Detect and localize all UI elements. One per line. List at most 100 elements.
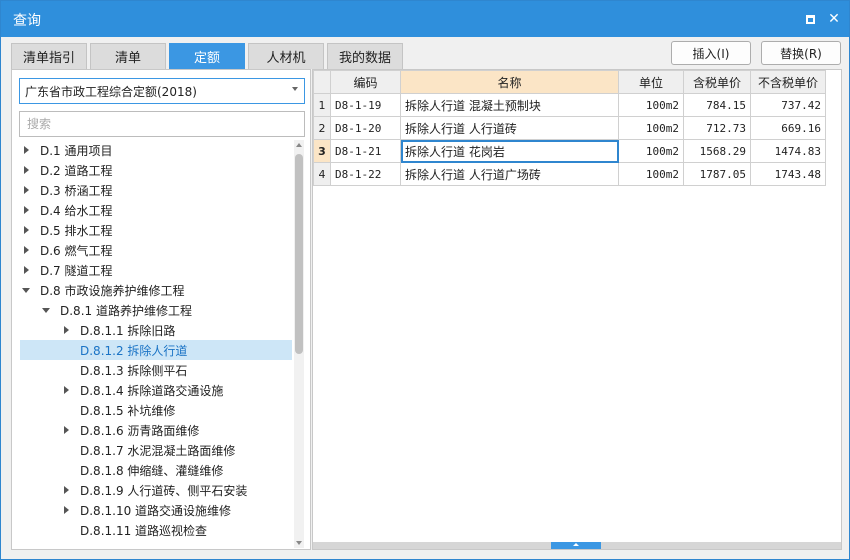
column-header-price-notax[interactable]: 不含税单价 [750, 70, 826, 94]
collapse-arrow-icon[interactable] [40, 304, 52, 316]
tree-item[interactable]: D.8.1.4 拆除道路交通设施 [20, 380, 292, 400]
cell-name[interactable]: 拆除人行道 人行道广场砖 [400, 162, 619, 186]
expand-arrow-icon[interactable] [60, 324, 72, 336]
row-number: 1 [313, 93, 331, 117]
column-header-code[interactable]: 编码 [330, 70, 401, 94]
tree-item[interactable]: D.7 隧道工程 [20, 260, 292, 280]
cell-price-tax[interactable]: 784.15 [683, 93, 751, 117]
cell-unit[interactable]: 100m2 [618, 162, 684, 186]
expand-arrow-icon[interactable] [20, 144, 32, 156]
cell-price-notax[interactable]: 737.42 [750, 93, 826, 117]
table-row[interactable]: 1 D8-1-19 拆除人行道 混凝土预制块 100m2 784.15 737.… [313, 93, 826, 117]
cell-price-tax[interactable]: 1568.29 [683, 139, 751, 163]
library-select[interactable]: 广东省市政工程综合定额(2018) [19, 78, 305, 104]
tab-materials[interactable]: 人材机 [248, 43, 324, 69]
row-number-header [313, 70, 331, 94]
table-row-active[interactable]: 3 D8-1-21 拆除人行道 花岗岩 100m2 1568.29 1474.8… [313, 139, 826, 163]
tree-item[interactable]: D.8.1.6 沥青路面维修 [20, 420, 292, 440]
scroll-up-icon[interactable] [296, 143, 302, 147]
tree-item[interactable]: D.3 桥涵工程 [20, 180, 292, 200]
tree-item-label: D.4 给水工程 [40, 203, 113, 218]
tree-item-label: D.8.1.10 道路交通设施维修 [80, 503, 232, 518]
results-table: 编码 名称 单位 含税单价 不含税单价 1 D8-1-19 拆除人行道 混凝土预… [313, 70, 826, 186]
cell-code[interactable]: D8-1-21 [330, 139, 401, 163]
search-box[interactable] [19, 111, 305, 137]
tree-item[interactable]: D.8.1.1 拆除旧路 [20, 320, 292, 340]
tab-bar: 清单指引 清单 定额 人材机 我的数据 [11, 43, 406, 69]
expand-arrow-icon[interactable] [60, 484, 72, 496]
tab-list[interactable]: 清单 [90, 43, 166, 69]
tree-item-label: D.8.1.9 人行道砖、侧平石安装 [80, 483, 248, 498]
tree-item[interactable]: D.8.1.9 人行道砖、侧平石安装 [20, 480, 292, 500]
column-header-unit[interactable]: 单位 [618, 70, 684, 94]
tab-my-data[interactable]: 我的数据 [327, 43, 403, 69]
cell-price-tax[interactable]: 712.73 [683, 116, 751, 140]
tree-item-label: D.8 市政设施养护维修工程 [40, 283, 185, 298]
tree-item-label: D.8.1.4 拆除道路交通设施 [80, 383, 224, 398]
table-row[interactable]: 2 D8-1-20 拆除人行道 人行道砖 100m2 712.73 669.16 [313, 116, 826, 140]
tree-item-label: D.3 桥涵工程 [40, 183, 113, 198]
tree-item[interactable]: D.8.1.7 水泥混凝土路面维修 [20, 440, 292, 460]
close-button[interactable]: ✕ [825, 10, 843, 28]
collapse-arrow-icon[interactable] [20, 284, 32, 296]
cell-unit[interactable]: 100m2 [618, 139, 684, 163]
row-number: 3 [313, 139, 331, 163]
tree-scrollbar[interactable] [294, 140, 304, 548]
maximize-button[interactable] [801, 10, 819, 28]
tree-item[interactable]: D.1 通用项目 [20, 140, 292, 160]
tree-item[interactable]: D.5 排水工程 [20, 220, 292, 240]
tree-item[interactable]: D.8 市政设施养护维修工程 [20, 280, 292, 300]
tree-item[interactable]: D.8.1 道路养护维修工程 [20, 300, 292, 320]
cell-name[interactable]: 拆除人行道 人行道砖 [400, 116, 619, 140]
cell-price-notax[interactable]: 1474.83 [750, 139, 826, 163]
expand-arrow-icon[interactable] [20, 264, 32, 276]
tree-item[interactable]: D.8.1.10 道路交通设施维修 [20, 500, 292, 520]
tree-item[interactable]: D.8.1.8 伸缩缝、灌缝维修 [20, 460, 292, 480]
cell-price-tax[interactable]: 1787.05 [683, 162, 751, 186]
expand-arrow-icon[interactable] [20, 244, 32, 256]
expand-arrow-icon[interactable] [60, 424, 72, 436]
splitter-grip-icon[interactable] [551, 542, 601, 549]
cell-code[interactable]: D8-1-22 [330, 162, 401, 186]
query-window: 查询 ✕ 清单指引 清单 定额 人材机 我的数据 插入(I) 替换(R) 广东省… [0, 0, 850, 560]
expand-arrow-icon[interactable] [60, 384, 72, 396]
column-header-name[interactable]: 名称 [400, 70, 619, 94]
tab-guide[interactable]: 清单指引 [11, 43, 87, 69]
tree-item-label: D.8.1.11 道路巡视检查 [80, 523, 208, 538]
scroll-down-icon[interactable] [296, 541, 302, 545]
cell-price-notax[interactable]: 1743.48 [750, 162, 826, 186]
table-row[interactable]: 4 D8-1-22 拆除人行道 人行道广场砖 100m2 1787.05 174… [313, 162, 826, 186]
tree-item-label: D.1 通用项目 [40, 143, 113, 158]
tree-item[interactable]: D.2 道路工程 [20, 160, 292, 180]
scroll-thumb[interactable] [295, 154, 303, 354]
tree-item-selected[interactable]: D.8.1.2 拆除人行道 [20, 340, 292, 360]
expand-arrow-icon[interactable] [60, 504, 72, 516]
cell-code[interactable]: D8-1-19 [330, 93, 401, 117]
horizontal-scrollbar[interactable] [313, 542, 841, 549]
column-header-price-tax[interactable]: 含税单价 [683, 70, 751, 94]
library-select-value: 广东省市政工程综合定额(2018) [25, 84, 197, 99]
cell-name-focused[interactable]: 拆除人行道 花岗岩 [400, 139, 619, 163]
tree-item[interactable]: D.6 燃气工程 [20, 240, 292, 260]
tree-item[interactable]: D.4 给水工程 [20, 200, 292, 220]
tree-item[interactable]: D.8.1.3 拆除侧平石 [20, 360, 292, 380]
search-input[interactable] [25, 116, 295, 132]
expand-arrow-icon[interactable] [20, 184, 32, 196]
insert-button[interactable]: 插入(I) [671, 41, 751, 65]
expand-arrow-icon[interactable] [20, 224, 32, 236]
tab-quota[interactable]: 定额 [169, 43, 245, 69]
cell-unit[interactable]: 100m2 [618, 116, 684, 140]
tree-item-label: D.8.1.6 沥青路面维修 [80, 423, 200, 438]
tree-item[interactable]: D.8.1.11 道路巡视检查 [20, 520, 292, 540]
tree-item-label: D.8.1.8 伸缩缝、灌缝维修 [80, 463, 224, 478]
cell-price-notax[interactable]: 669.16 [750, 116, 826, 140]
expand-arrow-icon[interactable] [20, 204, 32, 216]
cell-code[interactable]: D8-1-20 [330, 116, 401, 140]
cell-name[interactable]: 拆除人行道 混凝土预制块 [400, 93, 619, 117]
expand-arrow-icon[interactable] [20, 164, 32, 176]
replace-button[interactable]: 替换(R) [761, 41, 841, 65]
cell-unit[interactable]: 100m2 [618, 93, 684, 117]
tree-item[interactable]: D.8.1.5 补坑维修 [20, 400, 292, 420]
window-title: 查询 [13, 13, 41, 29]
tree-item-label: D.8.1 道路养护维修工程 [60, 303, 192, 318]
